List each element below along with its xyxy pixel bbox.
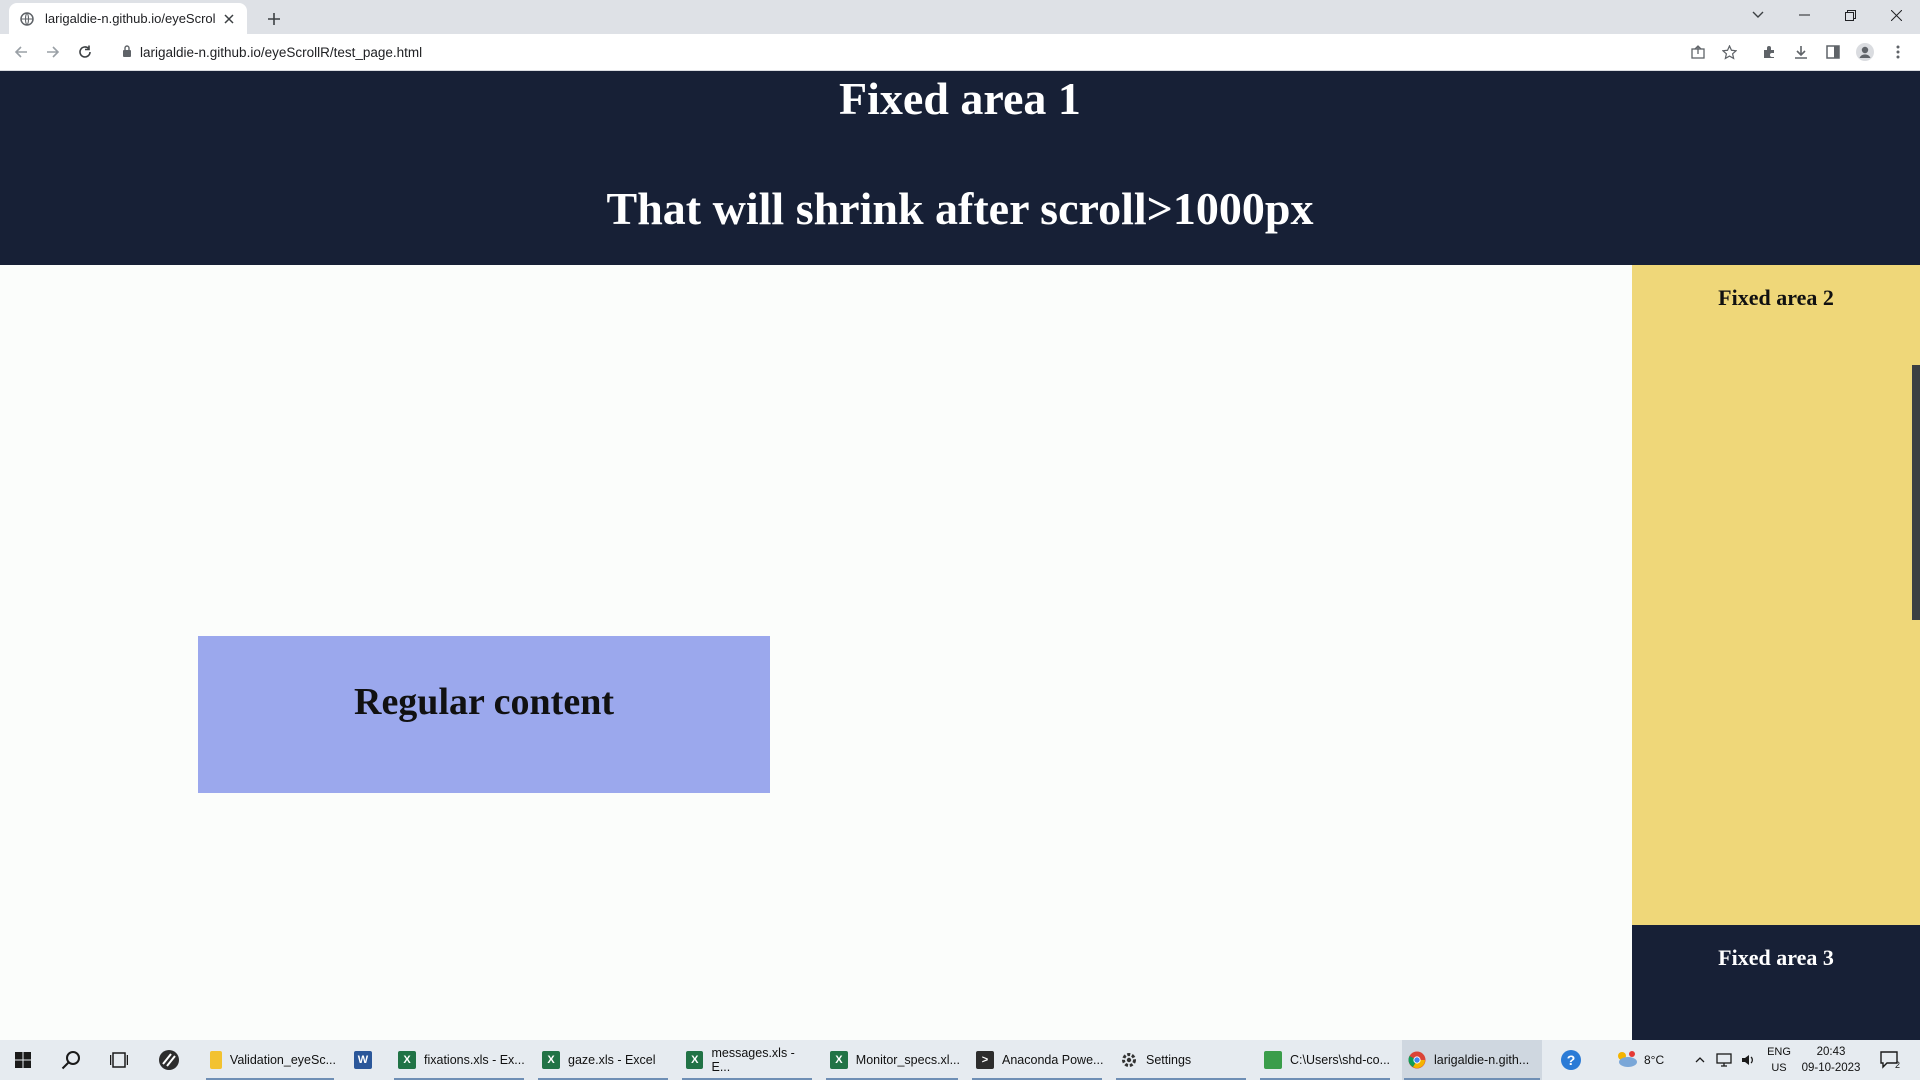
close-window-icon[interactable] (1873, 0, 1919, 30)
tab-strip: larigaldie-n.github.io/eyeScrollR (0, 0, 1920, 34)
fixed-area-1-title: Fixed area 1 (839, 73, 1081, 124)
taskbar-app-gaze[interactable]: X gaze.xls - Excel (536, 1040, 670, 1080)
fixed-area-3: Fixed area 3 (1632, 925, 1920, 1040)
language-code: ENG (1767, 1046, 1791, 1058)
new-tab-button[interactable] (262, 7, 286, 31)
taskbar-app-label: Monitor_specs.xl... (855, 1053, 960, 1067)
help-icon[interactable]: ? (1548, 1040, 1594, 1080)
chrome-icon (1408, 1051, 1426, 1069)
fixed-area-1-subtitle: That will shrink after scroll>1000px (606, 183, 1314, 234)
volume-icon[interactable] (1736, 1040, 1760, 1080)
excel-icon: X (542, 1051, 560, 1069)
browser-tab[interactable]: larigaldie-n.github.io/eyeScrollR (9, 3, 247, 34)
taskbar-app-label: Settings (1146, 1053, 1192, 1067)
network-icon[interactable] (1712, 1040, 1736, 1080)
globe-icon (19, 11, 35, 27)
word-icon: W (354, 1051, 372, 1069)
search-icon[interactable] (48, 1040, 94, 1080)
regular-content-label: Regular content (354, 681, 614, 723)
taskbar-app-fixations[interactable]: X fixations.xls - Ex... (392, 1040, 526, 1080)
lock-icon[interactable] (122, 44, 132, 62)
temperature: 8°C (1644, 1053, 1665, 1067)
tab-title: larigaldie-n.github.io/eyeScrollR (45, 11, 215, 26)
taskbar-app-label: fixations.xls - Ex... (424, 1053, 525, 1067)
windows-start-icon[interactable] (0, 1040, 46, 1080)
forward-arrow-icon[interactable] (41, 40, 65, 64)
show-hidden-icons-icon[interactable] (1688, 1040, 1712, 1080)
fixed-area-1: Fixed area 1 That will shrink after scro… (0, 71, 1920, 265)
excel-icon: X (686, 1051, 704, 1069)
scroll-content: Regular content (0, 265, 1632, 1040)
taskbar-app-label: Anaconda Powe... (1002, 1053, 1104, 1067)
url-text: larigaldie-n.github.io/eyeScrollR/test_p… (140, 45, 423, 60)
region-code: US (1771, 1062, 1787, 1074)
notepad-icon (1264, 1051, 1282, 1069)
svg-text:?: ? (1567, 1052, 1576, 1068)
input-language[interactable]: ENG US (1764, 1044, 1794, 1076)
task-view-icon[interactable] (96, 1040, 142, 1080)
folder-icon (210, 1051, 222, 1069)
taskbar-app-chrome[interactable]: larigaldie-n.gith... (1402, 1040, 1542, 1080)
gear-icon (1120, 1051, 1138, 1069)
cloud-icon (1614, 1050, 1638, 1071)
taskbar-app-label: Validation_eyeSc... (229, 1053, 336, 1067)
bookmark-star-icon[interactable] (1717, 40, 1741, 64)
taskbar-app-label: larigaldie-n.gith... (1434, 1053, 1530, 1067)
restore-icon[interactable] (1827, 0, 1873, 30)
browser-toolbar: larigaldie-n.github.io/eyeScrollR/test_p… (0, 34, 1920, 71)
extensions-icon[interactable] (1757, 40, 1781, 64)
taskbar: Validation_eyeSc... W X fixations.xls - … (0, 1040, 1920, 1080)
profile-avatar-icon[interactable] (1853, 40, 1877, 64)
fixed-area-2: Fixed area 2 (1632, 265, 1920, 925)
notification-count: 2 (1895, 1060, 1900, 1070)
excel-icon: X (398, 1051, 416, 1069)
back-arrow-icon[interactable] (9, 40, 33, 64)
taskbar-app-label: gaze.xls - Excel (568, 1053, 656, 1067)
fixed-area-3-label: Fixed area 3 (1718, 945, 1834, 970)
taskbar-app-label: C:\Users\shd-co... (1290, 1053, 1391, 1067)
taskbar-app-settings[interactable]: Settings (1114, 1040, 1248, 1080)
scrollbar-thumb[interactable] (1912, 365, 1920, 620)
clock-time: 20:43 (1816, 1046, 1846, 1058)
weather-widget[interactable]: 8°C (1614, 1040, 1664, 1080)
clock-date: 09-10-2023 (1801, 1062, 1861, 1074)
taskbar-app-explorer[interactable]: Validation_eyeSc... (204, 1040, 336, 1080)
regular-content-box: Regular content (198, 636, 770, 793)
taskbar-app-monitor-specs[interactable]: X Monitor_specs.xl... (824, 1040, 960, 1080)
download-icon[interactable] (1789, 40, 1813, 64)
close-tab-icon[interactable] (221, 11, 237, 27)
pinned-app-icon[interactable] (146, 1040, 192, 1080)
menu-dots-icon[interactable] (1886, 40, 1910, 64)
taskbar-app-anaconda[interactable]: > Anaconda Powe... (970, 1040, 1104, 1080)
taskbar-app-messages[interactable]: X messages.xls - E... (680, 1040, 814, 1080)
excel-icon: X (830, 1051, 848, 1069)
terminal-icon: > (976, 1051, 994, 1069)
side-panel-icon[interactable] (1821, 40, 1845, 64)
reload-icon[interactable] (73, 40, 97, 64)
notification-center-icon[interactable]: 2 (1870, 1040, 1910, 1080)
fixed-area-2-label: Fixed area 2 (1718, 285, 1834, 310)
tab-search-icon[interactable] (1735, 0, 1781, 30)
taskbar-app-word[interactable]: W (348, 1040, 380, 1080)
address-bar[interactable]: larigaldie-n.github.io/eyeScrollR/test_p… (110, 38, 1695, 67)
system-clock[interactable]: 20:43 09-10-2023 (1796, 1044, 1866, 1076)
taskbar-app-notepad[interactable]: C:\Users\shd-co... (1258, 1040, 1392, 1080)
minimize-icon[interactable] (1781, 0, 1827, 30)
taskbar-app-label: messages.xls - E... (711, 1046, 795, 1074)
share-icon[interactable] (1686, 40, 1710, 64)
